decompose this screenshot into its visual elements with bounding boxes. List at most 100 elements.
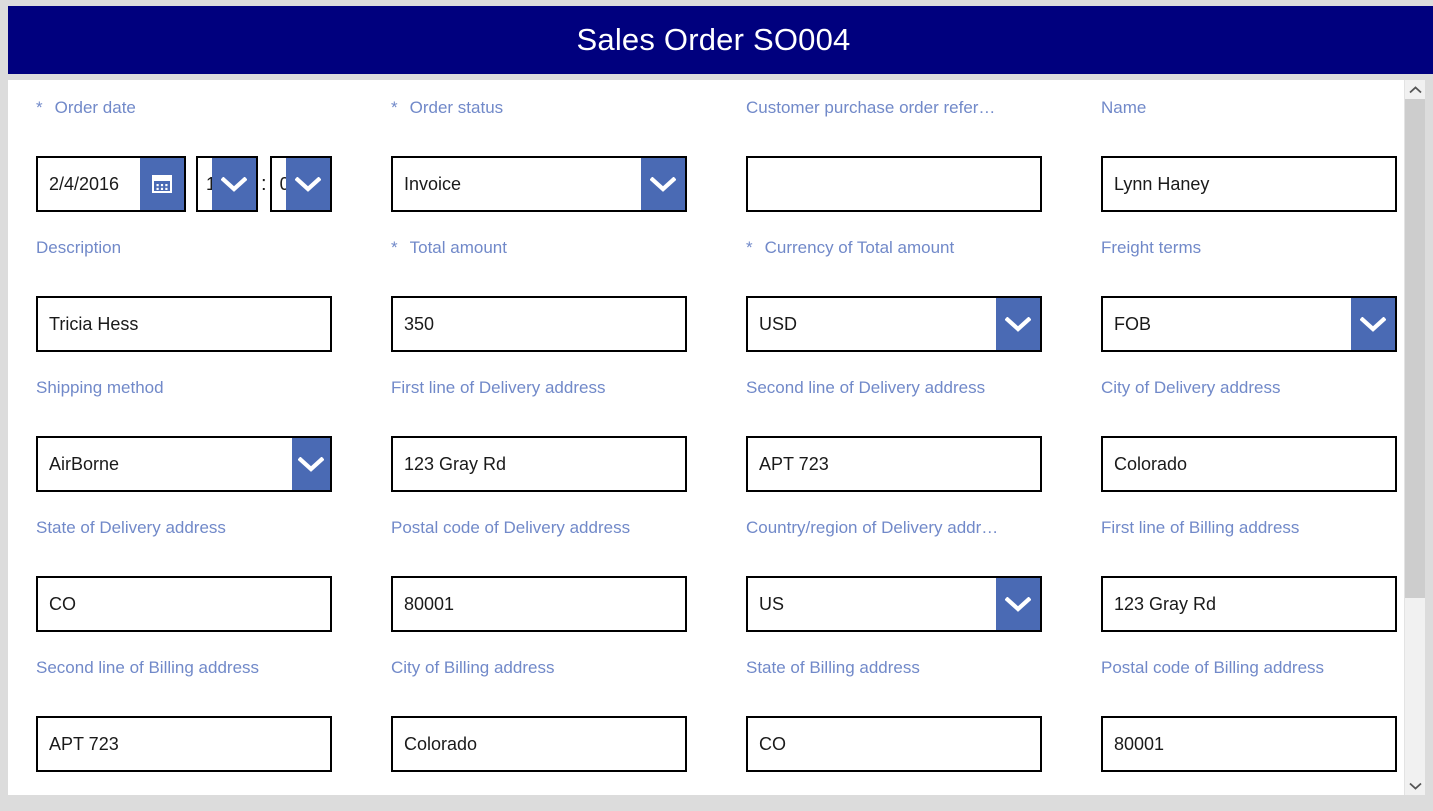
control-city-of-delivery-address: Colorado <box>1101 436 1397 492</box>
text-value: 80001 <box>1114 733 1165 754</box>
text-input-state-of-billing-address[interactable]: CO <box>746 716 1042 772</box>
label-text: Order status <box>409 98 504 117</box>
select-value: US <box>759 593 785 614</box>
text-input-second-line-of-billing-address[interactable]: APT 723 <box>36 716 332 772</box>
field-postal-code-of-billing-address: Postal code of Billing address 80001 <box>1101 658 1420 795</box>
dropdown-button[interactable] <box>1351 298 1395 350</box>
field-order-date: * Order date 2/4/2016 1:0 <box>36 98 391 238</box>
field-postal-code-of-delivery-address: Postal code of Delivery address 80001 <box>391 518 746 658</box>
dropdown-button[interactable] <box>641 158 685 210</box>
label-text: Country/region of Delivery addr… <box>746 518 999 537</box>
text-value: Colorado <box>1114 453 1188 474</box>
control-order-status: Invoice <box>391 156 687 212</box>
chevron-down-icon <box>221 176 247 192</box>
label-text: State of Delivery address <box>36 518 226 537</box>
text-value: 123 Gray Rd <box>404 453 507 474</box>
dropdown-button[interactable] <box>996 578 1040 630</box>
text-input-first-line-of-billing-address[interactable]: 123 Gray Rd <box>1101 576 1397 632</box>
text-value: APT 723 <box>759 453 829 474</box>
label-first-line-of-billing-address: First line of Billing address <box>1101 518 1420 538</box>
label-text: First line of Delivery address <box>391 378 606 397</box>
scroll-down-arrow-icon[interactable] <box>1405 776 1425 795</box>
scrollbar-thumb[interactable] <box>1405 99 1425 598</box>
control-freight-terms: FOB <box>1101 296 1397 352</box>
label-currency-of-total-amount: * Currency of Total amount <box>746 238 1101 258</box>
label-customer-purchase-order-reference: Customer purchase order refer… <box>746 98 1101 118</box>
control-name: Lynn Haney <box>1101 156 1397 212</box>
label-second-line-of-delivery-address: Second line of Delivery address <box>746 378 1101 398</box>
text-input-total-amount[interactable]: 350 <box>391 296 687 352</box>
text-value: Colorado <box>404 733 478 754</box>
label-postal-code-of-billing-address: Postal code of Billing address <box>1101 658 1420 678</box>
minute-dropdown-button[interactable] <box>285 158 330 210</box>
field-city-of-delivery-address: City of Delivery address Colorado <box>1101 378 1420 518</box>
label-text: State of Billing address <box>746 658 920 677</box>
text-input-second-line-of-delivery-address[interactable]: APT 723 <box>746 436 1042 492</box>
chevron-down-icon <box>298 456 324 472</box>
select-currency-of-total-amount[interactable]: USD <box>746 296 1042 352</box>
minute-dropdown[interactable]: 0 <box>269 156 332 212</box>
select-value: USD <box>759 313 798 334</box>
window-titlebar: Sales Order SO004 <box>8 6 1433 74</box>
scroll-up-arrow-icon[interactable] <box>1405 80 1425 99</box>
dropdown-button[interactable] <box>292 438 330 490</box>
text-input-postal-code-of-billing-address[interactable]: 80001 <box>1101 716 1397 772</box>
chevron-down-icon <box>1005 596 1031 612</box>
text-input-state-of-delivery-address[interactable]: CO <box>36 576 332 632</box>
text-input-customer-purchase-order-reference[interactable] <box>746 156 1042 212</box>
text-input-name[interactable]: Lynn Haney <box>1101 156 1397 212</box>
label-text: Second line of Delivery address <box>746 378 986 397</box>
select-shipping-method[interactable]: AirBorne <box>36 436 332 492</box>
text-input-city-of-billing-address[interactable]: Colorado <box>391 716 687 772</box>
label-text: First line of Billing address <box>1101 518 1300 537</box>
select-order-status[interactable]: Invoice <box>391 156 687 212</box>
text-input-description[interactable]: Tricia Hess <box>36 296 332 352</box>
sales-order-form: * Order date 2/4/2016 1:0 * Order status Invoi… <box>36 98 1397 795</box>
text-input-postal-code-of-delivery-address[interactable]: 80001 <box>391 576 687 632</box>
label-total-amount: * Total amount <box>391 238 746 258</box>
control-second-line-of-billing-address: APT 723 <box>36 716 332 772</box>
label-country-region-of-delivery-address: Country/region of Delivery addr… <box>746 518 1101 538</box>
text-input-city-of-delivery-address[interactable]: Colorado <box>1101 436 1397 492</box>
vertical-scrollbar[interactable] <box>1404 80 1425 795</box>
sales-order-window: Sales Order SO004 * Order date 2/4/2016 1:0… <box>0 0 1433 811</box>
control-city-of-billing-address: Colorado <box>391 716 687 772</box>
time-separator: : <box>261 172 267 195</box>
label-freight-terms: Freight terms <box>1101 238 1420 258</box>
label-shipping-method: Shipping method <box>36 378 391 398</box>
label-description: Description <box>36 238 391 258</box>
hour-dropdown-button[interactable] <box>212 158 256 210</box>
control-first-line-of-billing-address: 123 Gray Rd <box>1101 576 1397 632</box>
required-marker: * <box>391 238 398 257</box>
field-freight-terms: Freight terms FOB <box>1101 238 1420 378</box>
field-currency-of-total-amount: * Currency of Total amount USD <box>746 238 1101 378</box>
control-description: Tricia Hess <box>36 296 332 352</box>
label-city-of-delivery-address: City of Delivery address <box>1101 378 1420 398</box>
control-total-amount: 350 <box>391 296 687 352</box>
select-freight-terms[interactable]: FOB <box>1101 296 1397 352</box>
label-text: Currency of Total amount <box>764 238 955 257</box>
select-country-region-of-delivery-address[interactable]: US <box>746 576 1042 632</box>
text-value: 350 <box>404 313 435 334</box>
calendar-picker-button[interactable] <box>140 158 184 210</box>
text-input-first-line-of-delivery-address[interactable]: 123 Gray Rd <box>391 436 687 492</box>
label-first-line-of-delivery-address: First line of Delivery address <box>391 378 746 398</box>
label-order-status: * Order status <box>391 98 746 118</box>
label-text: Postal code of Delivery address <box>391 518 631 537</box>
control-shipping-method: AirBorne <box>36 436 332 492</box>
chevron-down-icon <box>1360 316 1386 332</box>
calendar-icon <box>151 173 173 195</box>
label-state-of-billing-address: State of Billing address <box>746 658 1101 678</box>
label-text: Name <box>1101 98 1147 117</box>
date-input-order-date[interactable]: 2/4/2016 <box>36 156 186 212</box>
dropdown-button[interactable] <box>996 298 1040 350</box>
chevron-down-icon <box>294 176 321 192</box>
label-text: Second line of Billing address <box>36 658 260 677</box>
label-state-of-delivery-address: State of Delivery address <box>36 518 391 538</box>
control-postal-code-of-billing-address: 80001 <box>1101 716 1397 772</box>
hour-dropdown[interactable]: 1 <box>196 156 258 212</box>
label-text: Shipping method <box>36 378 164 397</box>
field-order-status: * Order status Invoice <box>391 98 746 238</box>
chevron-down-icon <box>650 176 676 192</box>
control-postal-code-of-delivery-address: 80001 <box>391 576 687 632</box>
